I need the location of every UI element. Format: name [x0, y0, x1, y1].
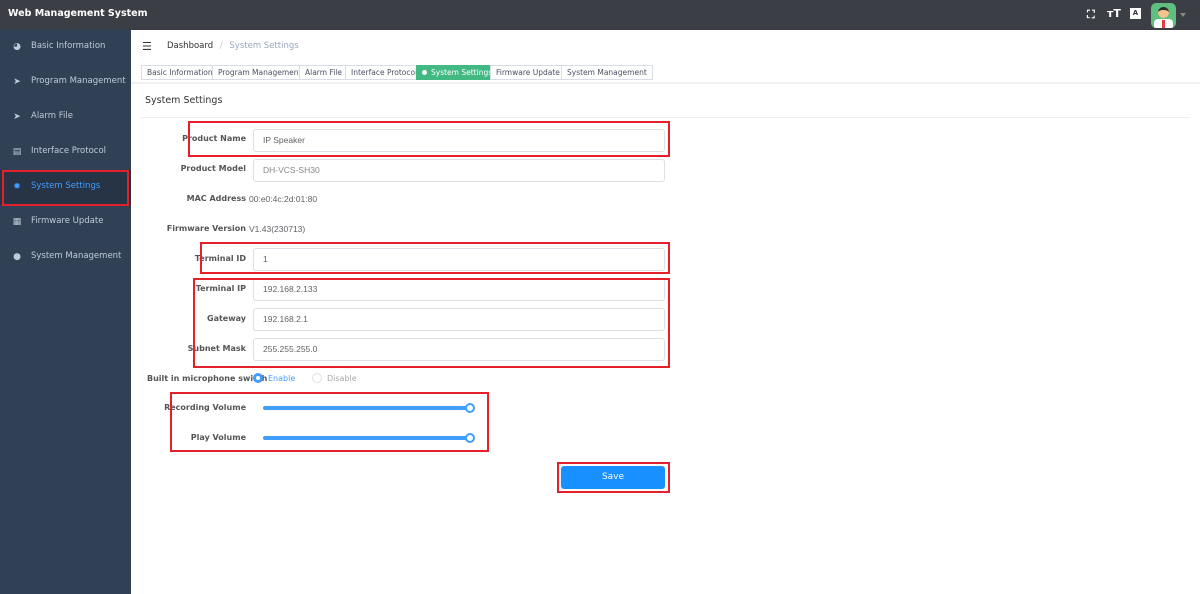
breadcrumb: Dashboard / System Settings [167, 41, 299, 51]
tab-interface-protocol[interactable]: Interface Protocol [345, 65, 424, 80]
mac-address-label: MAC Address [186, 194, 246, 203]
tab-alarm-file[interactable]: Alarm File [299, 65, 349, 80]
firmware-version-label: Firmware Version [166, 224, 246, 233]
breadcrumb-dashboard[interactable]: Dashboard [167, 41, 213, 51]
grid-icon: ▦ [12, 217, 22, 227]
highlight-box [188, 121, 670, 157]
breadcrumb-current: System Settings [229, 41, 299, 51]
globe-icon: ● [13, 252, 21, 262]
sidebar-item-program-management[interactable]: ➤ Program Management [0, 65, 131, 100]
tab-system-settings[interactable]: System Settings [416, 65, 499, 80]
highlight-box [557, 462, 670, 493]
tab-program-management[interactable]: Program Management [212, 65, 308, 80]
highlight-box [200, 242, 670, 274]
fullscreen-icon[interactable]: ⛶ [1087, 8, 1095, 22]
highlight-box [193, 278, 670, 368]
enable-radio[interactable] [253, 373, 263, 383]
sidebar-item-firmware-update[interactable]: ▦ Firmware Update [0, 205, 131, 240]
product-model-input[interactable]: DH-VCS-SH30 [253, 159, 665, 182]
divider [140, 117, 1190, 118]
chevron-down-icon[interactable] [1180, 13, 1186, 17]
send-icon: ➤ [13, 112, 21, 122]
enable-label[interactable]: Enable [268, 374, 295, 383]
send-icon: ➤ [13, 77, 21, 87]
tab-system-management[interactable]: System Management [561, 65, 653, 80]
tab-basic-information[interactable]: Basic Information [141, 65, 219, 80]
highlight-box [2, 170, 129, 206]
highlight-box [170, 392, 489, 452]
sidebar-item-alarm-file[interactable]: ➤ Alarm File [0, 100, 131, 135]
sidebar: ◕ Basic Information ➤ Program Management ➤… [0, 30, 131, 594]
dashboard-icon: ◕ [13, 42, 21, 52]
hamburger-icon[interactable]: ☰ [142, 40, 152, 53]
app-title: Web Management System [8, 8, 148, 19]
sidebar-item-system-management[interactable]: ● System Management [0, 240, 131, 275]
product-model-label: Product Model [180, 164, 246, 173]
sidebar-item-interface-protocol[interactable]: ▤ Interface Protocol [0, 135, 131, 170]
document-icon: ▤ [12, 147, 22, 157]
disable-label[interactable]: Disable [327, 374, 357, 383]
top-bar: Web Management System ⛶ тT A [0, 0, 1200, 30]
translate-icon[interactable]: A [1130, 8, 1141, 19]
divider [131, 82, 1200, 84]
avatar[interactable] [1151, 3, 1176, 28]
mic-switch-label: Built in microphone switch [147, 374, 268, 383]
tab-firmware-update[interactable]: Firmware Update [490, 65, 566, 80]
section-title: System Settings [145, 95, 223, 106]
mac-address-value: 00:e0:4c:2d:01:80 [249, 194, 318, 204]
font-size-icon[interactable]: тT [1107, 7, 1121, 20]
disable-radio[interactable] [312, 373, 322, 383]
sidebar-item-basic-information[interactable]: ◕ Basic Information [0, 30, 131, 65]
firmware-version-value: V1.43(230713) [249, 224, 306, 234]
